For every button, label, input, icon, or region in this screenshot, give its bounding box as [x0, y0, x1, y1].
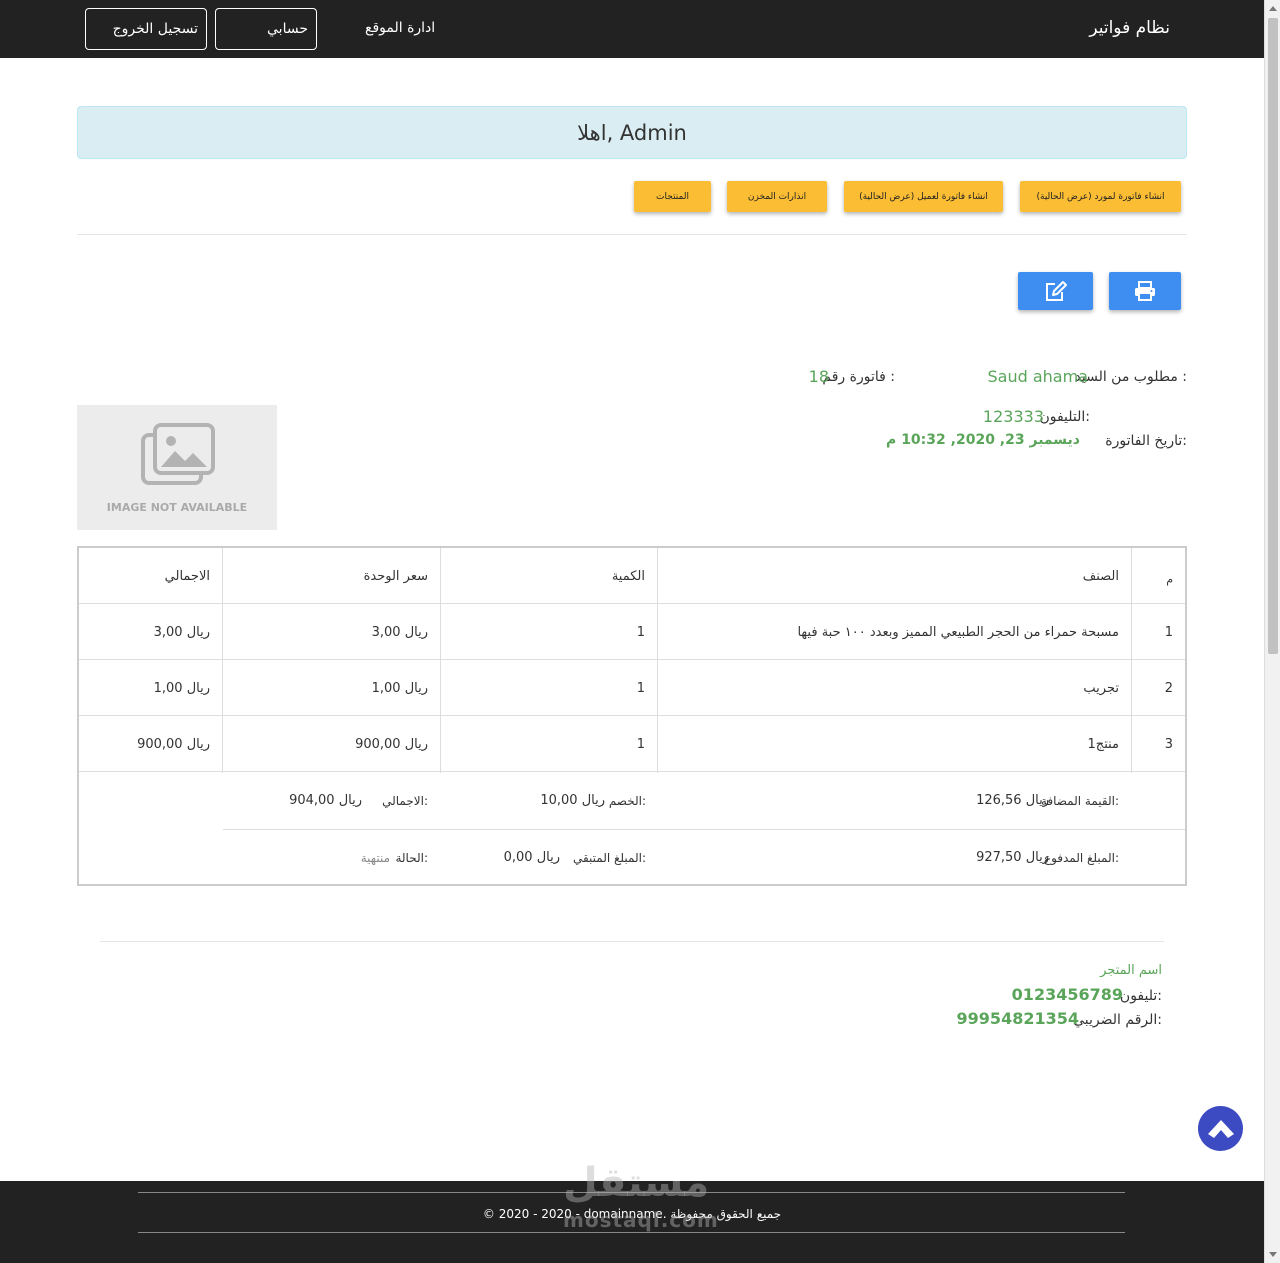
watermark-url: mostaql.com	[563, 1208, 719, 1232]
row-item: مسبحة حمراء من الحجر الطبيعي المميز وبعد…	[797, 624, 1119, 640]
scroll-up-arrow-icon[interactable]	[1269, 6, 1277, 11]
brand-title[interactable]: نظام فواتير	[1089, 18, 1170, 38]
products-label: المنتجات	[656, 191, 689, 202]
remaining-value: ريال 0,00	[503, 850, 560, 865]
products-button[interactable]: المنتجات	[634, 181, 711, 212]
create-client-invoice-label: انشاء فاتورة لعميل (عرض الحالية)	[859, 191, 988, 202]
summary-divider	[223, 829, 1185, 830]
invoice-items-table: م الصنف الكمية سعر الوحدة الاجمالي 1 مسب…	[77, 546, 1187, 886]
edit-button[interactable]	[1018, 272, 1093, 310]
header-no: م	[1166, 572, 1173, 586]
row-qty: 1	[636, 736, 645, 752]
row-no: 1	[1164, 624, 1173, 640]
watermark-logo: مستقل	[563, 1160, 710, 1206]
header-qty: الكمية	[611, 568, 645, 584]
chevron-up-icon	[1207, 1119, 1234, 1138]
row-item: منتج1	[1087, 736, 1119, 752]
row-qty: 1	[636, 680, 645, 696]
print-icon	[1135, 281, 1155, 301]
row-item: تجريب	[1083, 680, 1119, 696]
vat-label: القيمة المضافة:	[1040, 794, 1119, 808]
image-icon	[141, 423, 215, 485]
discount-value: ريال 10,00	[540, 793, 605, 808]
stock-alerts-button[interactable]: انذارات المخزن	[727, 181, 827, 212]
paid-value: ريال 927,50	[976, 850, 1049, 865]
requested-from-label: مطلوب من السيد :	[1074, 369, 1187, 385]
store-name: اسم المتجر	[1100, 963, 1162, 978]
scroll-to-top-button[interactable]	[1198, 1106, 1243, 1151]
header-total: الاجمالي	[164, 568, 210, 584]
remaining-label: المبلغ المتبقي:	[572, 851, 646, 865]
image-not-available-text: IMAGE NOT AVAILABLE	[106, 501, 248, 514]
account-button[interactable]: حسابي	[215, 8, 317, 50]
edit-icon	[1045, 281, 1067, 301]
page-scrollbar[interactable]	[1264, 0, 1280, 1263]
account-button-label: حسابي	[267, 21, 308, 37]
row-total: ريال 900,00	[137, 736, 210, 752]
logout-button[interactable]: تسجيل الخروج	[85, 8, 207, 50]
row-no: 3	[1164, 736, 1173, 752]
row-unit-price: ريال 900,00	[355, 736, 428, 752]
phone-label: التليفون:	[1039, 409, 1090, 425]
top-navbar: نظام فواتير ادارة الموقع حسابي تسجيل الخ…	[0, 0, 1264, 58]
table-row: 1 مسبحة حمراء من الحجر الطبيعي المميز وب…	[79, 604, 1185, 660]
header-item: الصنف	[1082, 568, 1119, 584]
tax-number-label: الرقم الضريبي:	[1073, 1012, 1162, 1028]
header-unit-price: سعر الوحدة	[363, 568, 428, 584]
status-label: الحالة:	[395, 851, 428, 865]
create-client-invoice-button[interactable]: انشاء فاتورة لعميل (عرض الحالية)	[844, 181, 1003, 212]
paid-label: المبلغ المدفوع:	[1043, 851, 1119, 865]
footer-divider	[138, 1232, 1125, 1233]
table-header-row: م الصنف الكمية سعر الوحدة الاجمالي	[79, 548, 1185, 604]
print-button[interactable]	[1109, 272, 1181, 310]
invoice-image-placeholder: IMAGE NOT AVAILABLE	[77, 405, 277, 530]
stock-alerts-label: انذارات المخزن	[747, 191, 807, 202]
discount-label: الخصم:	[608, 794, 646, 808]
row-qty: 1	[636, 624, 645, 640]
store-phone-label: تليفون:	[1119, 988, 1162, 1004]
tax-number: 99954821354	[956, 1009, 1079, 1028]
scrollbar-thumb[interactable]	[1268, 18, 1278, 654]
invoice-date-label: تاريخ الفاتورة:	[1105, 433, 1187, 449]
create-supplier-invoice-button[interactable]: انشاء فاتورة لمورد (عرض الحالية)	[1020, 181, 1181, 212]
create-supplier-invoice-label: انشاء فاتورة لمورد (عرض الحالية)	[1036, 191, 1165, 202]
customer-phone: 123333	[982, 407, 1044, 426]
customer-name: Saud ahama	[987, 367, 1088, 386]
vat-value: ريال 126,56	[976, 793, 1049, 808]
site-admin-link[interactable]: ادارة الموقع	[365, 20, 435, 36]
row-total: ريال 3,00	[153, 624, 210, 640]
total-label: الاجمالي:	[382, 794, 428, 808]
logout-button-label: تسجيل الخروج	[112, 21, 198, 37]
table-row: 3 منتج1 1 ريال 900,00 ريال 900,00	[79, 716, 1185, 772]
row-no: 2	[1164, 680, 1173, 696]
status-value: منتهية	[360, 851, 390, 865]
invoice-date: ديسمبر 23, 2020, 10:32 م	[886, 432, 1080, 448]
total-value: ريال 904,00	[289, 793, 362, 808]
welcome-text: اهلا, Admin	[577, 120, 687, 145]
divider	[77, 234, 1187, 235]
invoice-number-label: فاتورة رقم :	[822, 369, 895, 385]
divider	[100, 941, 1164, 942]
scroll-down-arrow-icon[interactable]	[1269, 1252, 1277, 1257]
row-total: ريال 1,00	[153, 680, 210, 696]
row-unit-price: ريال 3,00	[371, 624, 428, 640]
invoice-number: 18	[808, 367, 829, 386]
store-phone: 0123456789	[1011, 985, 1123, 1004]
welcome-alert: اهلا, Admin	[77, 106, 1187, 159]
table-row: 2 تجريب 1 ريال 1,00 ريال 1,00	[79, 660, 1185, 716]
row-unit-price: ريال 1,00	[371, 680, 428, 696]
